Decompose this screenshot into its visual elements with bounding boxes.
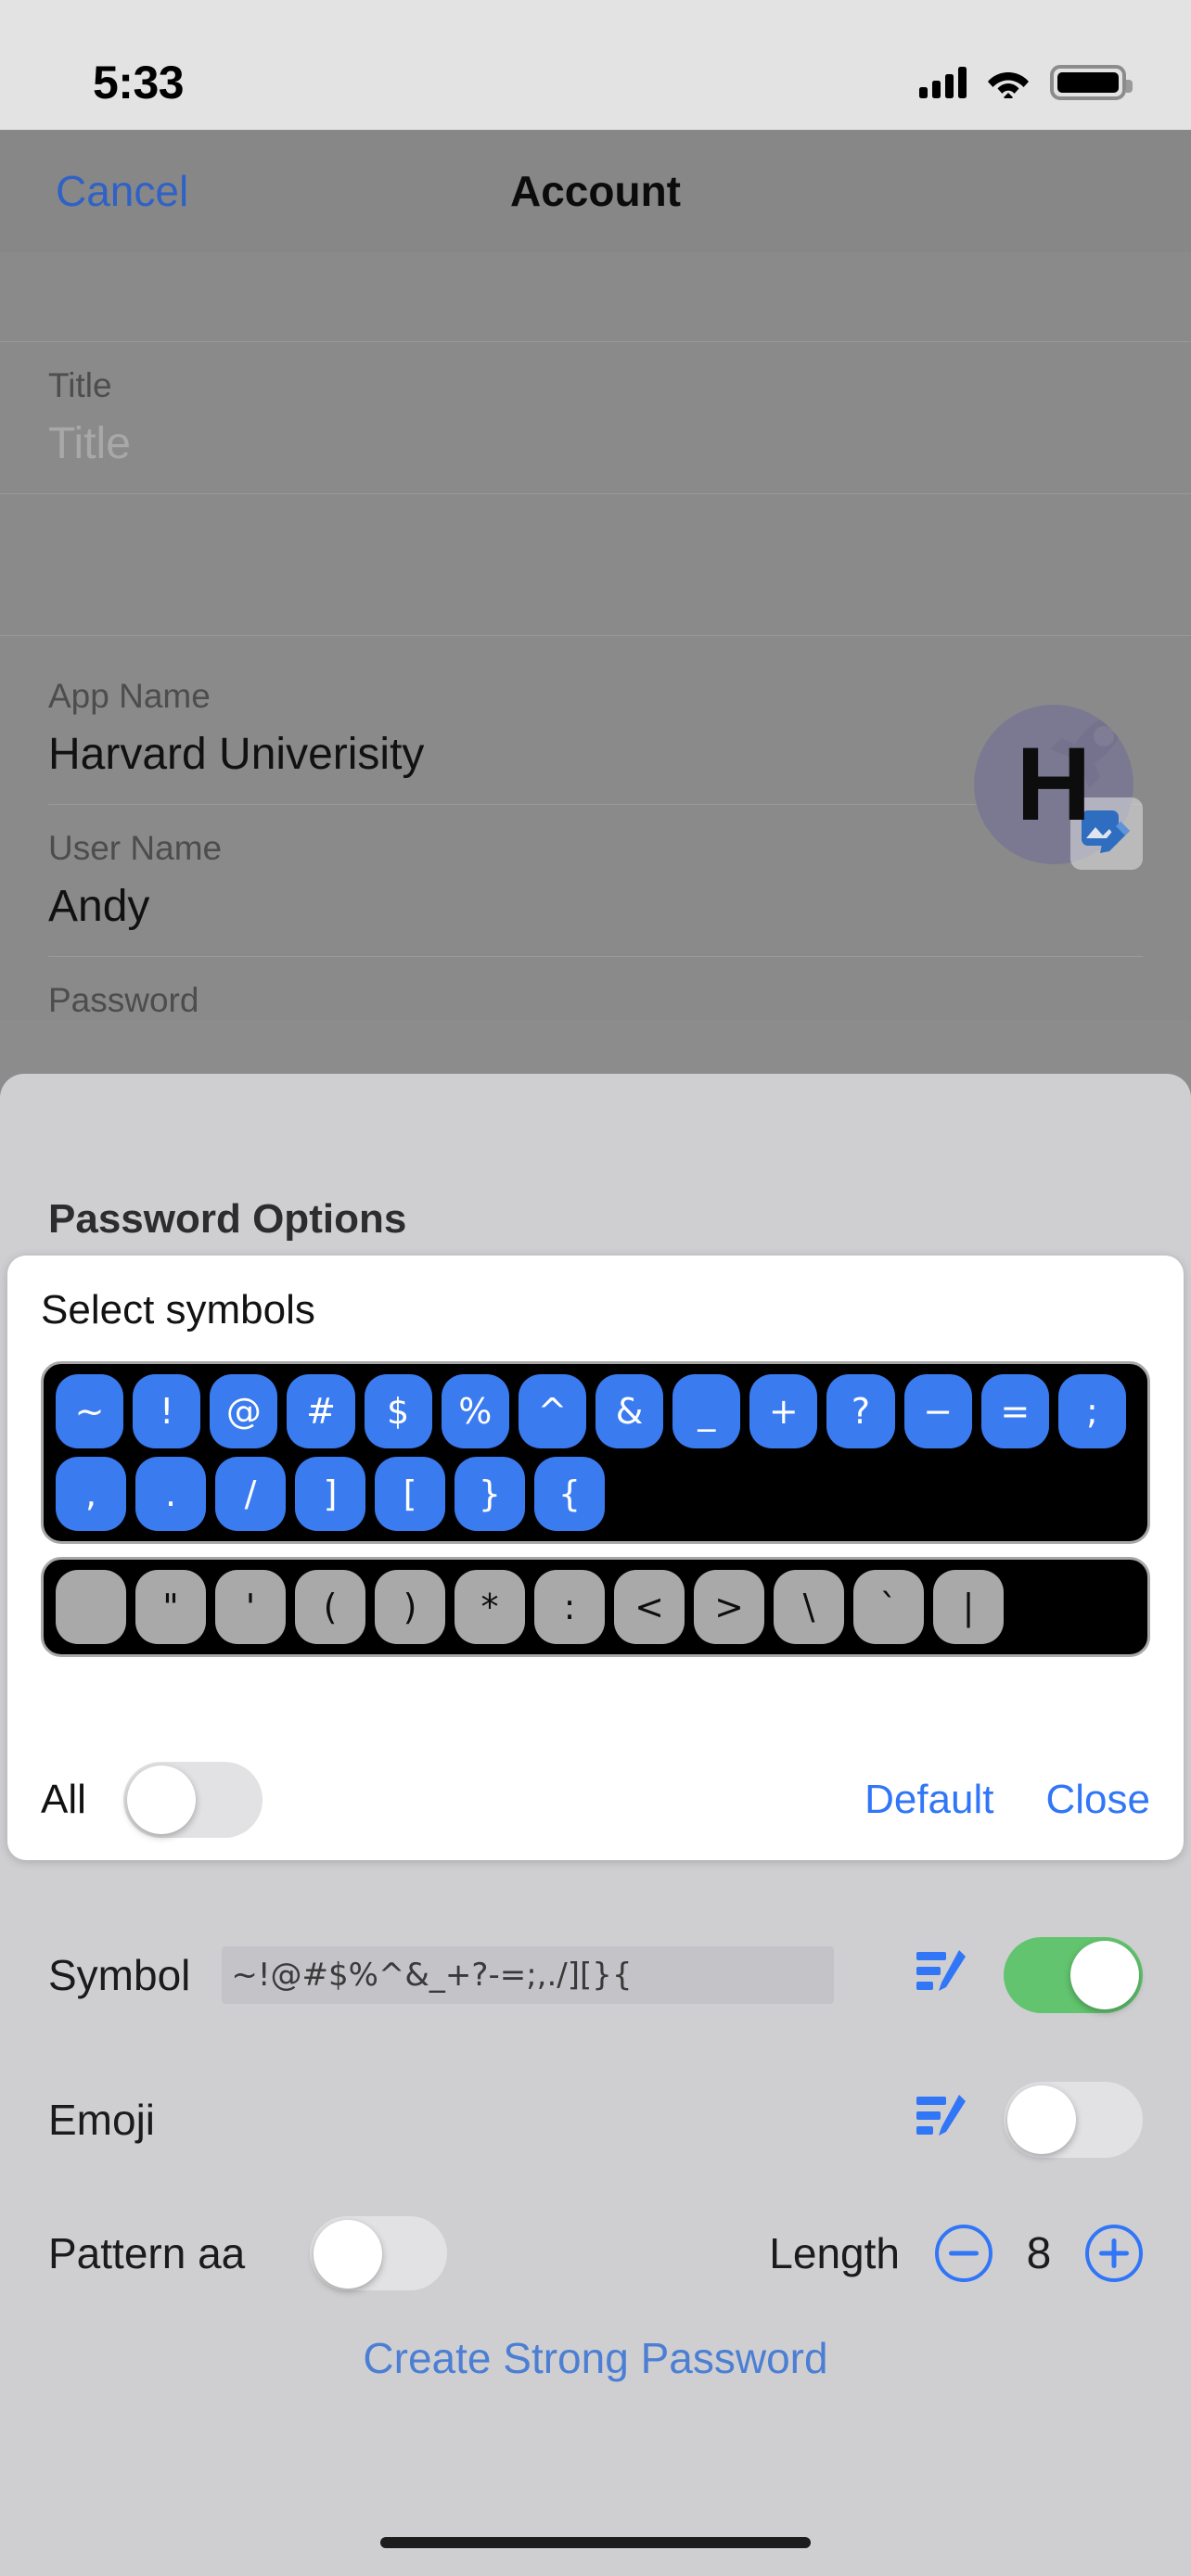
emoji-toggle[interactable] [1004, 2082, 1143, 2158]
symbol-option-label: Symbol [48, 1951, 191, 1999]
symbol-key[interactable]: ? [826, 1374, 895, 1448]
symbol-option-row: Symbol ~!@#$%^&_+?-=;,./][}{ [0, 1908, 1191, 2042]
select-symbols-footer: All Default Close [41, 1762, 1150, 1838]
select-symbols-card: Select symbols ~ ! @ # $ % ^ & _ + ? − =… [7, 1256, 1184, 1860]
plus-circle-icon[interactable] [1085, 2225, 1143, 2282]
pattern-label: Pattern aa [48, 2229, 246, 2277]
title-input[interactable]: Title [0, 405, 1191, 493]
symbol-key[interactable]: ` [853, 1570, 924, 1644]
title-field-group: Title Title [0, 342, 1191, 493]
symbol-key[interactable]: ! [133, 1374, 201, 1448]
minus-circle-icon[interactable] [935, 2225, 992, 2282]
pattern-toggle[interactable] [310, 2216, 448, 2290]
symbol-key[interactable]: , [56, 1457, 126, 1531]
sheet-title: Password Options [48, 1196, 407, 1242]
symbol-key[interactable]: % [441, 1374, 509, 1448]
card-actions: Default Close [864, 1777, 1150, 1823]
symbol-key[interactable]: } [455, 1457, 525, 1531]
symbol-key[interactable]: ; [1057, 1374, 1126, 1448]
list-edit-icon[interactable] [913, 2089, 970, 2151]
close-button[interactable]: Close [1046, 1777, 1151, 1823]
default-button[interactable]: Default [864, 1777, 993, 1823]
length-value: 8 [1026, 2228, 1052, 2278]
avatar[interactable]: H [974, 705, 1143, 870]
select-symbols-heading: Select symbols [41, 1287, 315, 1333]
symbol-key[interactable]: # [287, 1374, 355, 1448]
length-label: Length [769, 2229, 900, 2277]
symbol-key[interactable]: > [694, 1570, 764, 1644]
symbol-panel-enabled: ~ ! @ # $ % ^ & _ + ? − = ; , . /] [} … [41, 1361, 1150, 1544]
symbol-key[interactable]: / [215, 1457, 286, 1531]
all-label: All [41, 1777, 86, 1822]
emoji-option-row: Emoji [0, 2053, 1191, 2187]
symbol-panel-disabled: " ' ( ) * : < > \ ` | [41, 1557, 1150, 1657]
password-label: Password [48, 981, 199, 1019]
symbol-key[interactable]: " [135, 1570, 206, 1644]
pattern-length-row: Pattern aa Length 8 [0, 2187, 1191, 2320]
symbol-key[interactable]: * [455, 1570, 525, 1644]
symbol-key[interactable]: + [749, 1374, 818, 1448]
sheet-bottom-bar [0, 2494, 1191, 2576]
symbol-key[interactable]: − [903, 1374, 972, 1448]
status-bar-icons [919, 65, 1133, 102]
symbol-key[interactable]: ( [295, 1570, 365, 1644]
symbol-key[interactable]: { [534, 1457, 605, 1531]
status-bar: 5:33 [0, 0, 1191, 130]
symbol-value-field[interactable]: ~!@#$%^&_+?-=;,./][}{ [222, 1946, 835, 2004]
all-symbols-toggle[interactable] [122, 1762, 263, 1838]
symbol-key[interactable]: ' [215, 1570, 286, 1644]
emoji-option-label: Emoji [48, 2096, 156, 2144]
symbol-row: " ' ( ) * : < > \ ` | [56, 1570, 1135, 1644]
symbol-key[interactable]: _ [672, 1374, 741, 1448]
phone-screen: 5:33 Cancel Account Title Title App Name… [0, 0, 1191, 2576]
length-stepper: Length 8 [769, 2225, 1143, 2282]
symbol-key[interactable]: : [534, 1570, 605, 1644]
cellular-bars-icon [919, 67, 967, 98]
symbol-key[interactable]: = [980, 1374, 1049, 1448]
symbol-key[interactable]: \ [774, 1570, 844, 1644]
list-edit-icon[interactable] [913, 1945, 970, 2007]
wifi-icon [987, 67, 1030, 102]
symbol-key[interactable]: . [135, 1457, 206, 1531]
symbol-key[interactable]: @ [210, 1374, 278, 1448]
form-spacer-mid [0, 494, 1191, 635]
create-strong-password-button[interactable]: Create Strong Password [0, 2333, 1191, 2383]
symbol-key[interactable]: [ [375, 1457, 445, 1531]
user-name-input[interactable]: Andy [0, 868, 1191, 956]
symbol-row: ~ ! @ # $ % ^ & _ + ? − = ; [56, 1374, 1135, 1448]
status-bar-clock: 5:33 [93, 57, 185, 108]
symbol-key[interactable]: | [933, 1570, 1004, 1644]
symbol-key[interactable]: ) [375, 1570, 445, 1644]
symbol-key[interactable]: ~ [56, 1374, 124, 1448]
symbol-toggle[interactable] [1004, 1937, 1143, 2013]
symbol-key[interactable]: $ [364, 1374, 432, 1448]
symbol-key[interactable]: ^ [518, 1374, 586, 1448]
navigation-bar: Cancel Account [0, 130, 1191, 252]
home-indicator[interactable] [380, 2537, 811, 2548]
title-field-label: Title [48, 366, 112, 404]
password-options-sheet: Password Options Select symbols ~ ! @ # … [0, 1074, 1191, 2494]
avatar-initial: H [1016, 726, 1092, 842]
symbol-key[interactable] [56, 1570, 126, 1644]
form-spacer-top [0, 252, 1191, 341]
page-title: Account [510, 167, 681, 215]
symbol-key[interactable]: ] [295, 1457, 365, 1531]
battery-full-icon [1050, 65, 1133, 100]
symbol-row: , . / ] [ } { [56, 1457, 1135, 1531]
symbol-key[interactable]: & [595, 1374, 664, 1448]
symbol-key[interactable]: < [614, 1570, 685, 1644]
